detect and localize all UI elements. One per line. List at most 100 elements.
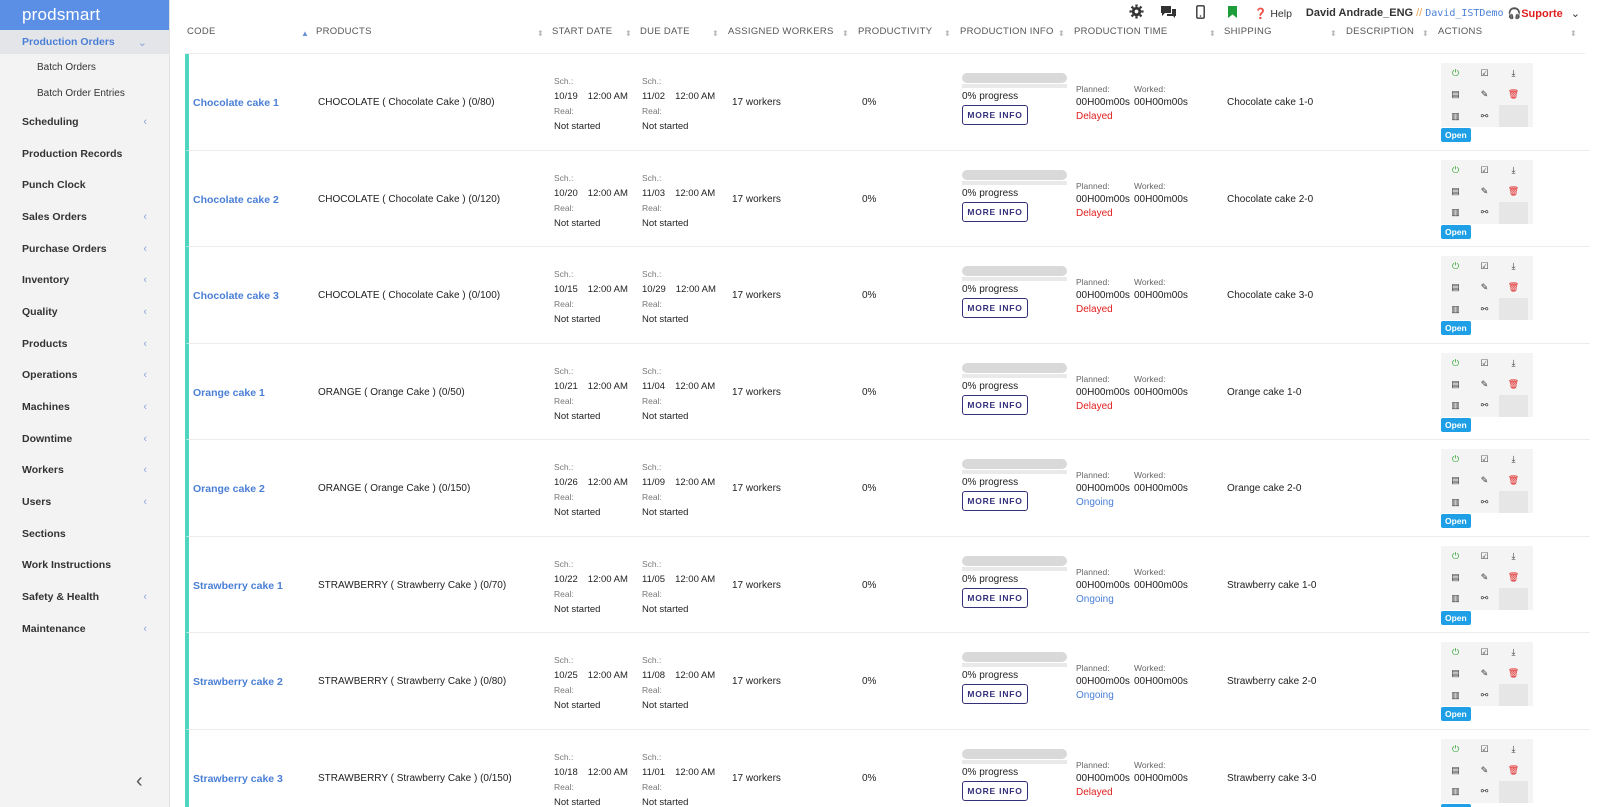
download-icon[interactable]: ⤓ [1499,739,1528,760]
power-icon[interactable]: ⏻ [1441,739,1470,760]
check-square-icon[interactable]: ☑ [1470,546,1499,567]
download-icon[interactable]: ⤓ [1499,256,1528,277]
header-production-time[interactable]: PRODUCTION TIME [1074,26,1168,40]
sidebar-item-work-instructions[interactable]: Work Instructions [0,550,169,582]
download-icon[interactable]: ⤓ [1499,63,1528,84]
brand-logo[interactable]: prodsmart [0,0,169,30]
account-name[interactable]: David_ISTDemo [1425,8,1503,19]
document-icon[interactable]: ▤ [1441,374,1470,395]
sort-icon[interactable]: ⬍ [712,29,719,38]
barcode-icon[interactable]: ▥ [1441,298,1470,320]
document-icon[interactable]: ▤ [1441,181,1470,202]
sitemap-icon[interactable]: ⚯ [1470,105,1499,127]
sort-icon[interactable]: ⬍ [625,29,632,38]
header-production-info[interactable]: PRODUCTION INFO [960,26,1054,40]
barcode-icon[interactable]: ▥ [1441,105,1470,127]
check-square-icon[interactable]: ☑ [1470,449,1499,470]
trash-icon[interactable]: 🗑 [1499,760,1528,781]
sort-icon[interactable]: ⬍ [1058,29,1065,38]
check-square-icon[interactable]: ☑ [1470,739,1499,760]
document-icon[interactable]: ▤ [1441,663,1470,684]
more-info-button[interactable]: MORE INFO [962,491,1028,511]
check-square-icon[interactable]: ☑ [1470,63,1499,84]
sidebar-item-quality[interactable]: Quality ‹ [0,296,169,328]
sidebar-item-users[interactable]: Users ‹ [0,486,169,518]
header-code[interactable]: CODE [187,26,216,40]
sitemap-icon[interactable]: ⚯ [1470,395,1499,417]
sitemap-icon[interactable]: ⚯ [1470,202,1499,224]
sidebar-item-purchase-orders[interactable]: Purchase Orders ‹ [0,233,169,265]
edit-icon[interactable]: ✎ [1470,84,1499,105]
chat-icon[interactable] [1152,5,1184,22]
check-square-icon[interactable]: ☑ [1470,642,1499,663]
sort-icon[interactable]: ⬍ [1209,29,1216,38]
sitemap-icon[interactable]: ⚯ [1470,684,1499,706]
header-start-date[interactable]: START DATE [552,26,612,40]
order-code-link[interactable]: Strawberry cake 1 [193,580,283,592]
order-code-link[interactable]: Chocolate cake 3 [193,290,279,302]
edit-icon[interactable]: ✎ [1470,181,1499,202]
trash-icon[interactable]: 🗑 [1499,181,1528,202]
check-square-icon[interactable]: ☑ [1470,353,1499,374]
power-icon[interactable]: ⏻ [1441,353,1470,374]
power-icon[interactable]: ⏻ [1441,546,1470,567]
sidebar-item-downtime[interactable]: Downtime ‹ [0,423,169,455]
sitemap-icon[interactable]: ⚯ [1470,781,1499,803]
user-menu-chevron-icon[interactable]: ⌄ [1571,7,1580,20]
more-info-button[interactable]: MORE INFO [962,587,1028,608]
header-assigned-workers[interactable]: ASSIGNED WORKERS [728,26,834,40]
sidebar-item-maintenance[interactable]: Maintenance ‹ [0,613,169,645]
edit-icon[interactable]: ✎ [1470,277,1499,298]
sidebar-item-sections[interactable]: Sections [0,518,169,550]
edit-icon[interactable]: ✎ [1470,470,1499,491]
sort-icon[interactable]: ⬍ [1422,29,1429,38]
sidebar-item-sales-orders[interactable]: Sales Orders ‹ [0,201,169,233]
document-icon[interactable]: ▤ [1441,470,1470,491]
mobile-icon[interactable] [1184,4,1216,22]
check-square-icon[interactable]: ☑ [1470,160,1499,181]
bookmark-icon[interactable] [1216,5,1248,21]
sitemap-icon[interactable]: ⚯ [1470,588,1499,610]
download-icon[interactable]: ⤓ [1499,449,1528,470]
order-code-link[interactable]: Strawberry cake 3 [193,773,283,785]
sidebar-subitem-batch-orders[interactable]: Batch Orders [0,54,169,80]
download-icon[interactable]: ⤓ [1499,642,1528,663]
barcode-icon[interactable]: ▥ [1441,781,1470,803]
sort-icon[interactable]: ⬍ [537,29,544,38]
sort-asc-icon[interactable]: ▲ [301,29,309,38]
support-link[interactable]: 🎧Suporte [1508,7,1563,20]
sidebar-item-scheduling[interactable]: Scheduling ‹ [0,106,169,138]
sort-icon[interactable]: ⬍ [1570,29,1577,38]
gear-icon[interactable] [1120,4,1152,22]
download-icon[interactable]: ⤓ [1499,353,1528,374]
order-code-link[interactable]: Strawberry cake 2 [193,676,283,688]
header-productivity[interactable]: PRODUCTIVITY [858,26,932,40]
barcode-icon[interactable]: ▥ [1441,491,1470,513]
more-info-button[interactable]: MORE INFO [962,780,1028,801]
document-icon[interactable]: ▤ [1441,84,1470,105]
more-info-button[interactable]: MORE INFO [962,394,1028,415]
header-products[interactable]: PRODUCTS [316,26,372,40]
document-icon[interactable]: ▤ [1441,277,1470,298]
trash-icon[interactable]: 🗑 [1499,84,1528,105]
power-icon[interactable]: ⏻ [1441,449,1470,470]
sidebar-subitem-batch-order-entries[interactable]: Batch Order Entries [0,80,169,106]
more-info-button[interactable]: MORE INFO [962,684,1028,704]
order-code-link[interactable]: Chocolate cake 1 [193,97,279,109]
header-due-date[interactable]: DUE DATE [640,26,690,40]
sitemap-icon[interactable]: ⚯ [1470,491,1499,513]
edit-icon[interactable]: ✎ [1470,760,1499,781]
power-icon[interactable]: ⏻ [1441,256,1470,277]
trash-icon[interactable]: 🗑 [1499,374,1528,395]
sitemap-icon[interactable]: ⚯ [1470,298,1499,320]
trash-icon[interactable]: 🗑 [1499,567,1528,588]
trash-icon[interactable]: 🗑 [1499,277,1528,298]
header-description[interactable]: DESCRIPTION [1346,26,1414,40]
download-icon[interactable]: ⤓ [1499,160,1528,181]
barcode-icon[interactable]: ▥ [1441,395,1470,417]
header-shipping[interactable]: SHIPPING [1224,26,1272,40]
order-code-link[interactable]: Orange cake 2 [193,483,265,495]
edit-icon[interactable]: ✎ [1470,663,1499,684]
barcode-icon[interactable]: ▥ [1441,684,1470,706]
sidebar-item-operations[interactable]: Operations ‹ [0,360,169,392]
